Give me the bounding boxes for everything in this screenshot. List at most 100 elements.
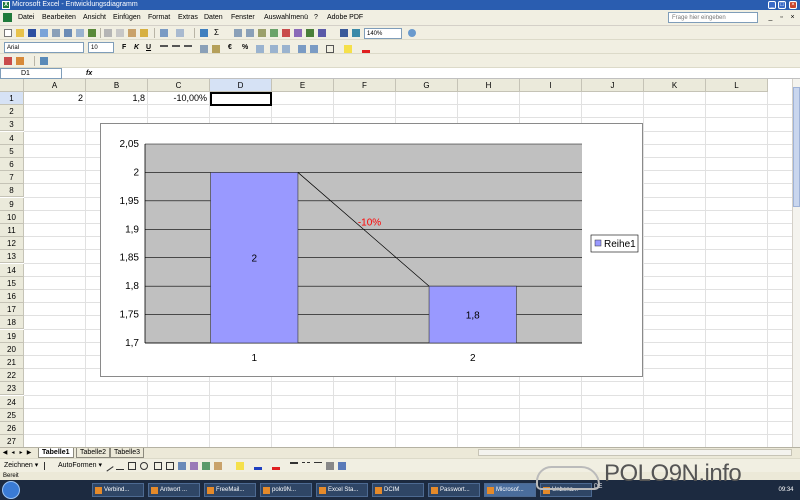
autoshapes-menu[interactable]: AutoFormen ▾ — [58, 459, 102, 473]
rectangle-icon[interactable] — [128, 462, 136, 470]
print-icon[interactable] — [64, 29, 72, 37]
row-header-7[interactable]: 7 — [0, 171, 24, 185]
filter-icon[interactable] — [258, 29, 266, 37]
last-sheet-arrow-icon[interactable]: ▶ — [26, 448, 32, 458]
menu-daten[interactable]: Daten — [204, 10, 223, 26]
row-header-23[interactable]: 23 — [0, 382, 24, 396]
row-header-8[interactable]: 8 — [0, 184, 24, 198]
wordart-icon[interactable] — [166, 462, 174, 470]
row-header-25[interactable]: 25 — [0, 408, 24, 422]
borders-icon[interactable] — [326, 45, 334, 53]
minimize-button[interactable]: _ — [768, 1, 776, 9]
line-icon[interactable] — [102, 460, 114, 472]
active-cell-d1[interactable] — [210, 92, 272, 106]
taskbar-item[interactable]: Verbind... — [92, 483, 144, 497]
row-header-3[interactable]: 3 — [0, 118, 24, 132]
workbook-restore-icon[interactable]: ▫ — [777, 13, 786, 22]
taskbar-item[interactable]: Microsof... — [484, 483, 536, 497]
review-icon[interactable] — [4, 57, 12, 65]
start-button[interactable] — [2, 481, 20, 499]
taskbar-item[interactable]: polo9N... — [260, 483, 312, 497]
horizontal-scrollbar[interactable] — [478, 449, 792, 456]
row-header-1[interactable]: 1 — [0, 92, 24, 105]
column-header-i[interactable]: I — [520, 79, 582, 92]
menu-adobe-pdf[interactable]: Adobe PDF — [327, 10, 363, 26]
arrow-icon[interactable] — [116, 462, 124, 470]
print-preview-icon[interactable] — [76, 29, 84, 37]
percent-button[interactable]: % — [242, 42, 248, 53]
currency-style-icon[interactable] — [212, 45, 220, 53]
map-icon[interactable] — [294, 29, 302, 37]
taskbar-item[interactable]: FreeMail... — [204, 483, 256, 497]
web-icon[interactable] — [40, 57, 48, 65]
column-header-f[interactable]: F — [334, 79, 396, 92]
pdf-icon[interactable] — [340, 29, 348, 37]
align-left-icon[interactable] — [160, 45, 168, 53]
row-header-18[interactable]: 18 — [0, 316, 24, 330]
align-center-icon[interactable] — [172, 45, 180, 53]
row-header-5[interactable]: 5 — [0, 144, 24, 158]
line-style-icon[interactable] — [290, 462, 298, 470]
sheet-tab-tabelle2[interactable]: Tabelle2 — [76, 448, 111, 458]
sheet-tab-tabelle1[interactable]: Tabelle1 — [38, 448, 74, 458]
shadow-icon[interactable] — [326, 462, 334, 470]
paste-icon[interactable] — [128, 29, 136, 37]
column-header-e[interactable]: E — [272, 79, 334, 92]
column-header-b[interactable]: B — [86, 79, 148, 92]
taskbar-item[interactable]: Antwort ... — [148, 483, 200, 497]
column-header-j[interactable]: J — [582, 79, 644, 92]
diagram-icon[interactable] — [178, 462, 186, 470]
chart-wizard-icon[interactable] — [270, 29, 278, 37]
row-header-26[interactable]: 26 — [0, 422, 24, 435]
menu-einfuegen[interactable]: Einfügen — [113, 10, 141, 26]
cell-b1[interactable]: 1,8 — [86, 92, 148, 105]
bold-button[interactable]: F — [122, 42, 126, 53]
row-header-21[interactable]: 21 — [0, 356, 24, 369]
row-header-16[interactable]: 16 — [0, 290, 24, 303]
cut-icon[interactable] — [104, 29, 112, 37]
decrease-indent-icon[interactable] — [298, 45, 306, 53]
row-header-12[interactable]: 12 — [0, 237, 24, 251]
undo-icon[interactable] — [160, 29, 168, 37]
italic-button[interactable]: K — [134, 42, 139, 53]
column-header-a[interactable]: A — [24, 79, 86, 92]
menu-extras[interactable]: Extras — [178, 10, 198, 26]
row-header-24[interactable]: 24 — [0, 395, 24, 409]
draw-fill-color-icon[interactable] — [236, 462, 244, 470]
increase-indent-icon[interactable] — [310, 45, 318, 53]
textbox-icon[interactable] — [154, 462, 162, 470]
draw-menu[interactable]: Zeichnen ▾ — [4, 459, 38, 473]
new-icon[interactable] — [4, 29, 12, 37]
menu-format[interactable]: Format — [148, 10, 170, 26]
drawing-toolbar-icon[interactable] — [318, 29, 326, 37]
row-header-10[interactable]: 10 — [0, 210, 24, 224]
menu-auswahlmenue[interactable]: Auswahlmenü — [264, 10, 308, 26]
oval-icon[interactable] — [140, 462, 148, 470]
font-name-select[interactable]: Arial — [4, 42, 84, 53]
menu-ansicht[interactable]: Ansicht — [83, 10, 106, 26]
first-sheet-arrow-icon[interactable]: ◀ — [2, 448, 8, 458]
copy-icon[interactable] — [116, 29, 124, 37]
row-header-13[interactable]: 13 — [0, 250, 24, 264]
format-painter-icon[interactable] — [140, 29, 148, 37]
underline-button[interactable]: U — [146, 42, 151, 53]
help-search-input[interactable]: Frage hier eingeben — [668, 12, 758, 23]
row-header-6[interactable]: 6 — [0, 158, 24, 171]
prev-sheet-arrow-icon[interactable]: ◂ — [10, 448, 16, 458]
zoom-select[interactable]: 140% — [364, 28, 402, 39]
select-objects-icon[interactable] — [44, 462, 52, 470]
column-header-c[interactable]: C — [148, 79, 210, 92]
row-header-19[interactable]: 19 — [0, 329, 24, 343]
thousands-separator-icon[interactable] — [256, 45, 264, 53]
row-header-22[interactable]: 22 — [0, 369, 24, 383]
dash-style-icon[interactable] — [302, 462, 310, 470]
cell-c1[interactable]: -10,00% — [148, 92, 210, 105]
merge-center-icon[interactable] — [200, 45, 208, 53]
row-header-4[interactable]: 4 — [0, 131, 24, 145]
reviewing-icon[interactable] — [16, 57, 24, 65]
row-header-9[interactable]: 9 — [0, 197, 24, 211]
chart-icon[interactable] — [306, 29, 314, 37]
taskbar-item[interactable]: DCIM — [372, 483, 424, 497]
drawing-icon[interactable] — [282, 29, 290, 37]
sheet-tab-tabelle3[interactable]: Tabelle3 — [110, 448, 145, 458]
